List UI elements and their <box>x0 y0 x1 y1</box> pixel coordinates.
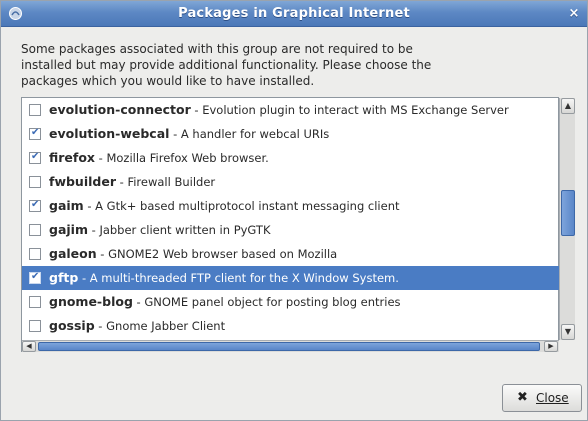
package-name: fwbuilder <box>49 174 116 189</box>
package-description: - GNOME2 Web browser based on Mozilla <box>96 247 338 261</box>
package-description: - Firewall Builder <box>116 175 216 189</box>
close-window-icon[interactable]: × <box>565 5 583 22</box>
package-description: - Gnome Jabber Client <box>94 319 226 333</box>
package-row[interactable]: ✔ evolution-webcal - A handler for webcal… <box>22 122 559 146</box>
package-description: - A handler for webcal URIs <box>169 127 330 141</box>
package-description: - A multi-threaded FTP client for the X … <box>78 271 399 285</box>
horizontal-scroll-thumb[interactable] <box>38 342 540 351</box>
package-row[interactable]: ✔ firefox - Mozilla Firefox Web browser. <box>22 146 559 170</box>
package-row[interactable]: galeon - GNOME2 Web browser based on Moz… <box>22 242 559 266</box>
package-text: gftp - A multi-threaded FTP client for t… <box>49 266 399 290</box>
package-row[interactable]: gajim - Jabber client written in PyGTK <box>22 218 559 242</box>
package-description: - Evolution plugin to interact with MS E… <box>190 103 509 117</box>
package-checkbox[interactable] <box>29 248 41 260</box>
horizontal-scrollbar[interactable]: ◀ ▶ <box>22 340 559 352</box>
vertical-scroll-thumb[interactable] <box>561 190 575 236</box>
dialog-window: Packages in Graphical Internet × Some pa… <box>0 0 588 421</box>
package-checkbox[interactable] <box>29 224 41 236</box>
package-text: evolution-webcal - A handler for webcal … <box>49 122 329 146</box>
package-text: firefox - Mozilla Firefox Web browser. <box>49 146 269 170</box>
close-button[interactable]: ✖ Close <box>502 384 582 412</box>
scroll-up-icon[interactable]: ▲ <box>561 98 575 114</box>
package-description: - GNOME panel object for posting blog en… <box>132 295 401 309</box>
package-row[interactable]: gnome-blog - GNOME panel object for post… <box>22 290 559 314</box>
check-icon: ✔ <box>31 271 40 282</box>
package-row[interactable]: evolution-connector - Evolution plugin t… <box>22 98 559 122</box>
check-icon: ✔ <box>31 199 40 210</box>
close-button-label: Close <box>536 391 569 405</box>
check-icon: ✔ <box>31 151 40 162</box>
package-description: - A Gtk+ based multiprotocol instant mes… <box>83 199 400 213</box>
package-list-viewport[interactable]: evolution-connector - Evolution plugin t… <box>22 98 560 340</box>
package-text: gnome-blog - GNOME panel object for post… <box>49 290 401 314</box>
package-text: gaim - A Gtk+ based multiprotocol instan… <box>49 194 400 218</box>
description-text: Some packages associated with this group… <box>21 42 432 88</box>
title-bar[interactable]: Packages in Graphical Internet × <box>1 1 587 27</box>
package-name: gajim <box>49 222 88 237</box>
package-name: gnome-blog <box>49 294 133 309</box>
package-checkbox[interactable] <box>29 104 41 116</box>
package-checkbox[interactable]: ✔ <box>29 127 41 140</box>
scroll-left-icon[interactable]: ◀ <box>22 341 36 352</box>
scroll-down-icon[interactable]: ▼ <box>561 324 575 340</box>
package-description: - Jabber client written in PyGTK <box>87 223 271 237</box>
package-text: galeon - GNOME2 Web browser based on Moz… <box>49 242 337 266</box>
package-list: evolution-connector - Evolution plugin t… <box>21 97 575 352</box>
vertical-scrollbar[interactable]: ▲ ▼ <box>559 98 575 340</box>
package-name: gftp <box>49 270 79 285</box>
check-icon: ✔ <box>31 127 40 138</box>
package-name: evolution-webcal <box>49 126 170 141</box>
window-title: Packages in Graphical Internet <box>178 6 410 21</box>
package-name: gossip <box>49 318 95 333</box>
package-text: gossip - Gnome Jabber Client <box>49 314 225 338</box>
package-checkbox[interactable] <box>29 176 41 188</box>
package-checkbox[interactable] <box>29 296 41 308</box>
package-name: evolution-connector <box>49 102 191 117</box>
close-icon: ✖ <box>517 390 528 405</box>
package-checkbox[interactable]: ✔ <box>29 199 41 212</box>
package-text: gajim - Jabber client written in PyGTK <box>49 218 271 242</box>
package-row[interactable]: fwbuilder - Firewall Builder <box>22 170 559 194</box>
package-checkbox[interactable]: ✔ <box>29 151 41 164</box>
package-row[interactable]: gossip - Gnome Jabber Client <box>22 314 559 338</box>
package-name: galeon <box>49 246 97 261</box>
package-row[interactable]: ✔ gftp - A multi-threaded FTP client for … <box>22 266 559 290</box>
package-checkbox[interactable]: ✔ <box>29 271 41 284</box>
package-description: - Mozilla Firefox Web browser. <box>95 151 269 165</box>
package-text: evolution-connector - Evolution plugin t… <box>49 98 509 122</box>
package-text: fwbuilder - Firewall Builder <box>49 170 215 194</box>
package-checkbox[interactable] <box>29 320 41 332</box>
package-name: gaim <box>49 198 84 213</box>
package-row[interactable]: ✔ gaim - A Gtk+ based multiprotocol insta… <box>22 194 559 218</box>
package-name: firefox <box>49 150 95 165</box>
scroll-right-icon[interactable]: ▶ <box>544 341 558 352</box>
